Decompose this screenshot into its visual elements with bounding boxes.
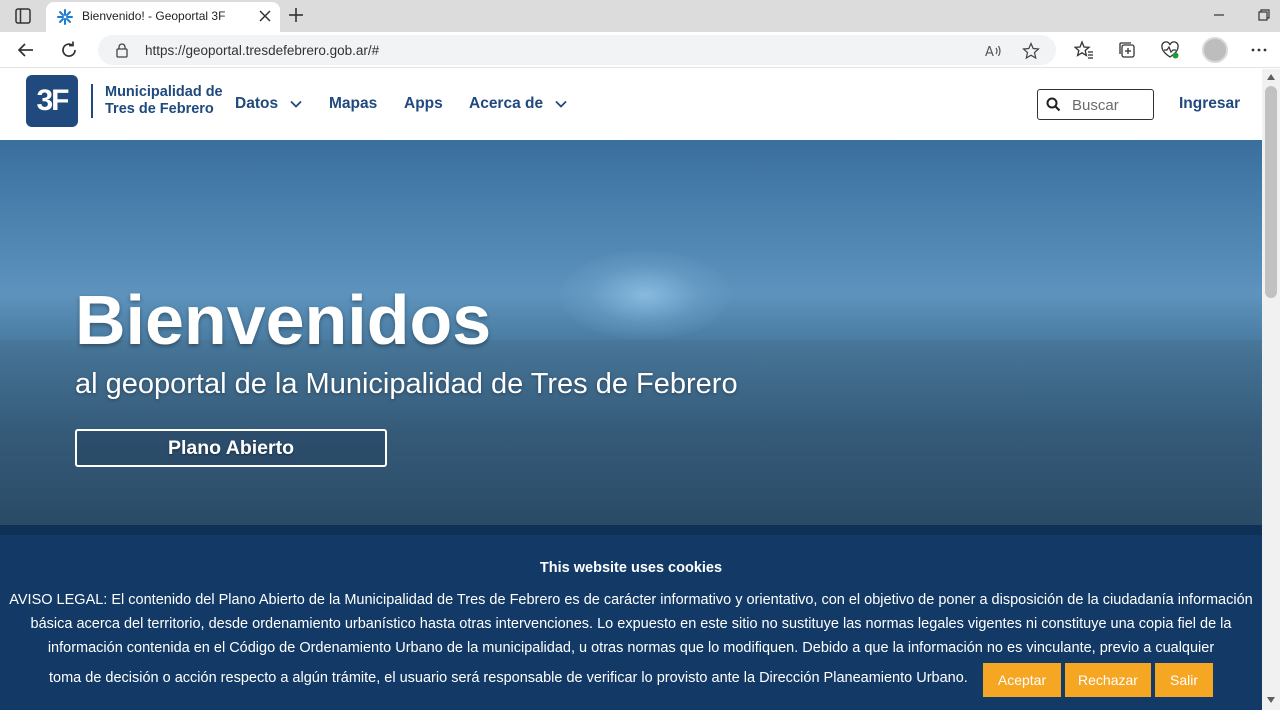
page-scrollbar[interactable] <box>1262 69 1280 710</box>
more-menu-icon[interactable] <box>1249 40 1269 60</box>
cookie-legal-text-last-line: toma de decisión o acción respecto a alg… <box>49 670 968 686</box>
hero-banner: Bienvenidos al geoportal de la Municipal… <box>0 140 1262 525</box>
cookie-banner: This website uses cookies AVISO LEGAL: E… <box>0 525 1262 710</box>
restore-window-icon[interactable] <box>1257 8 1271 22</box>
geoportal-favicon-icon <box>57 9 73 25</box>
tab-title: Bienvenido! - Geoportal 3F <box>82 9 226 23</box>
collections-icon[interactable] <box>1117 40 1137 60</box>
hero-title: Bienvenidos <box>75 281 492 359</box>
scroll-down-arrow-icon[interactable] <box>1266 696 1276 704</box>
scroll-up-arrow-icon[interactable] <box>1266 73 1276 81</box>
logo-text: 3F <box>36 84 69 117</box>
browser-essentials-icon[interactable] <box>1160 40 1180 60</box>
search-icon <box>1046 97 1061 112</box>
tab-actions-icon[interactable] <box>14 7 32 25</box>
chevron-down-icon <box>290 100 303 108</box>
site-search[interactable] <box>1037 89 1154 120</box>
nav-datos-label: Datos <box>235 95 279 112</box>
profile-avatar[interactable] <box>1202 37 1228 63</box>
hero-subtitle: al geoportal de la Municipalidad de Tres… <box>75 368 738 400</box>
plano-abierto-button[interactable]: Plano Abierto <box>75 429 387 467</box>
nav-apps[interactable]: Apps <box>404 95 443 113</box>
browser-tab-bar: Bienvenido! - Geoportal 3F <box>0 0 1280 32</box>
url-field[interactable]: https://geoportal.tresdefebrero.gob.ar/#… <box>98 35 1056 65</box>
nav-acerca-de[interactable]: Acerca de <box>469 95 568 113</box>
minimize-window-icon[interactable] <box>1212 8 1226 22</box>
svg-text:A: A <box>985 45 994 60</box>
accept-cookies-button[interactable]: Aceptar <box>983 663 1061 697</box>
favorite-star-icon[interactable] <box>1022 42 1040 60</box>
search-input[interactable] <box>1072 95 1150 115</box>
chevron-down-icon <box>555 100 568 108</box>
address-toolbar: https://geoportal.tresdefebrero.gob.ar/#… <box>0 32 1280 68</box>
close-tab-icon[interactable] <box>258 9 272 23</box>
municipality-logo[interactable]: 3F <box>26 75 78 127</box>
new-tab-icon[interactable] <box>287 6 305 24</box>
lock-icon[interactable] <box>114 42 130 58</box>
nav-datos[interactable]: Datos <box>235 95 303 113</box>
nav-mapas[interactable]: Mapas <box>329 95 377 113</box>
cookie-title: This website uses cookies <box>539 560 723 576</box>
browser-tab[interactable]: Bienvenido! - Geoportal 3F <box>46 2 280 32</box>
cookie-legal-text: AVISO LEGAL: El contenido del Plano Abie… <box>9 592 1253 656</box>
org-name: Municipalidad de Tres de Febrero <box>105 84 223 118</box>
favorites-list-icon[interactable] <box>1074 40 1094 60</box>
nav-acerca-de-label: Acerca de <box>469 95 544 112</box>
cookie-banner-top-strip <box>0 525 1262 535</box>
reject-cookies-button[interactable]: Rechazar <box>1065 663 1151 697</box>
org-name-line2: Tres de Febrero <box>105 101 214 117</box>
hero-sun-glow <box>560 250 730 340</box>
site-header: 3F Municipalidad de Tres de Febrero Dato… <box>0 69 1262 140</box>
login-link[interactable]: Ingresar <box>1179 95 1240 113</box>
refresh-icon[interactable] <box>59 40 79 60</box>
url-text: https://geoportal.tresdefebrero.gob.ar/# <box>145 43 380 58</box>
org-name-line1: Municipalidad de <box>105 84 223 100</box>
logo-divider <box>91 84 93 118</box>
exit-cookies-button[interactable]: Salir <box>1155 663 1213 697</box>
scroll-thumb[interactable] <box>1265 86 1277 298</box>
back-icon[interactable] <box>16 40 36 60</box>
read-aloud-icon[interactable]: A <box>984 42 1002 60</box>
